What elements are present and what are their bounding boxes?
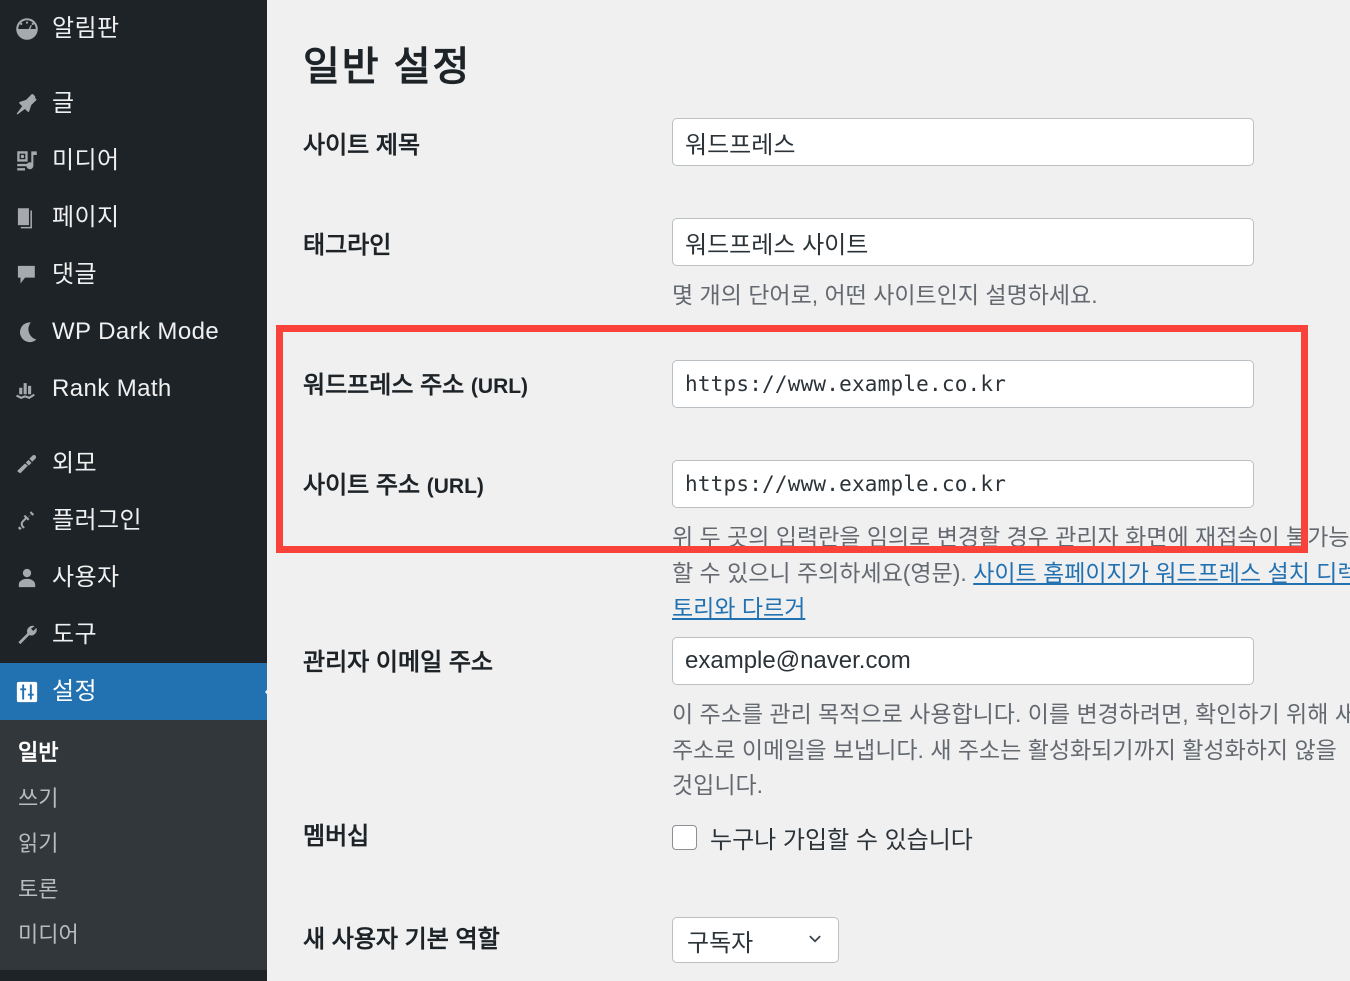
label-site-address: 사이트 주소 (URL) bbox=[303, 474, 484, 498]
main-content: 일반 설정 사이트 제목 태그라인 몇 개의 단어로, 어떤 사이트인지 설명하… bbox=[267, 0, 1350, 981]
label-admin-email: 관리자 이메일 주소 bbox=[303, 649, 493, 676]
label-wordpress-address-main: 워드프레스 주소 bbox=[303, 372, 465, 399]
submenu-item-discussion[interactable]: 토론 bbox=[0, 867, 267, 913]
admin-email-description: 이 주소를 관리 목적으로 사용합니다. 이를 변경하려면, 확인하기 위해 새… bbox=[672, 701, 1350, 799]
pages-icon bbox=[14, 205, 52, 231]
sidebar-item-label: 글 bbox=[52, 89, 75, 117]
moon-icon bbox=[14, 319, 52, 345]
tagline-input[interactable] bbox=[672, 218, 1254, 266]
admin-sidebar: 알림판 글 미디어 페이지 댓글 WP Dark Mode Rank Math … bbox=[0, 0, 267, 981]
label-wordpress-address-suffix: (URL) bbox=[470, 375, 529, 398]
label-site-address-suffix: (URL) bbox=[426, 475, 484, 498]
settings-sliders-icon bbox=[14, 679, 52, 705]
chart-bars-icon bbox=[14, 376, 52, 402]
membership-checkbox[interactable] bbox=[672, 825, 697, 850]
membership-checkbox-row[interactable]: 누구나 가입할 수 있습니다 bbox=[672, 820, 973, 855]
membership-checkbox-label: 누구나 가입할 수 있습니다 bbox=[710, 827, 973, 854]
site-title-input[interactable] bbox=[672, 118, 1254, 166]
sidebar-item-pages[interactable]: 페이지 bbox=[0, 189, 267, 246]
sidebar-item-label: 플러그인 bbox=[52, 506, 142, 534]
settings-submenu: 일반 쓰기 읽기 토론 미디어 bbox=[0, 720, 267, 970]
sidebar-item-dashboard[interactable]: 알림판 bbox=[0, 0, 267, 57]
paintbrush-icon bbox=[14, 451, 52, 477]
sidebar-item-label: 페이지 bbox=[52, 203, 120, 231]
default-role-value: 구독자 bbox=[687, 929, 754, 957]
sidebar-item-users[interactable]: 사용자 bbox=[0, 549, 267, 606]
screen: 알림판 글 미디어 페이지 댓글 WP Dark Mode Rank Math … bbox=[0, 0, 1350, 981]
sidebar-item-label: 알림판 bbox=[52, 14, 120, 42]
wordpress-address-input[interactable] bbox=[672, 360, 1254, 408]
sidebar-item-label: 도구 bbox=[52, 620, 97, 648]
sidebar-item-label: 미디어 bbox=[52, 146, 120, 174]
submenu-item-writing[interactable]: 쓰기 bbox=[0, 776, 267, 822]
label-membership: 멤버십 bbox=[303, 823, 370, 850]
sidebar-item-comments[interactable]: 댓글 bbox=[0, 246, 267, 303]
sidebar-item-label: WP Dark Mode bbox=[52, 317, 220, 345]
user-icon bbox=[14, 565, 52, 591]
wrench-icon bbox=[14, 622, 52, 648]
chevron-down-icon bbox=[806, 931, 824, 949]
sidebar-item-tools[interactable]: 도구 bbox=[0, 606, 267, 663]
sidebar-item-appearance[interactable]: 외모 bbox=[0, 435, 267, 492]
sidebar-separator-1 bbox=[0, 57, 267, 75]
sidebar-item-label: 설정 bbox=[52, 677, 97, 705]
admin-email-input[interactable] bbox=[672, 637, 1254, 685]
sidebar-item-label: 댓글 bbox=[52, 260, 97, 288]
sidebar-item-label: Rank Math bbox=[52, 374, 172, 402]
comment-icon bbox=[14, 262, 52, 288]
pin-icon bbox=[14, 91, 52, 117]
site-address-description: 위 두 곳의 입력란을 임의로 변경할 경우 관리자 화면에 재접속이 불가능할… bbox=[672, 520, 1350, 627]
submenu-item-general[interactable]: 일반 bbox=[0, 730, 267, 776]
sidebar-item-settings[interactable]: 설정 bbox=[0, 663, 267, 720]
sidebar-item-posts[interactable]: 글 bbox=[0, 75, 267, 132]
tagline-description: 몇 개의 단어로, 어떤 사이트인지 설명하세요. bbox=[672, 282, 1098, 308]
sidebar-item-label: 외모 bbox=[52, 449, 97, 477]
label-wordpress-address: 워드프레스 주소 (URL) bbox=[303, 374, 528, 398]
page-title: 일반 설정 bbox=[303, 44, 472, 89]
site-address-input[interactable] bbox=[672, 460, 1254, 508]
plug-icon bbox=[14, 508, 52, 534]
sidebar-item-rank-math[interactable]: Rank Math bbox=[0, 360, 267, 417]
label-default-role: 새 사용자 기본 역할 bbox=[303, 926, 500, 953]
sidebar-item-label: 사용자 bbox=[52, 563, 120, 591]
sidebar-item-plugins[interactable]: 플러그인 bbox=[0, 492, 267, 549]
label-site-address-main: 사이트 주소 bbox=[303, 472, 421, 499]
media-icon bbox=[14, 148, 52, 174]
default-role-select-box[interactable]: 구독자 bbox=[672, 917, 839, 963]
dashboard-icon bbox=[14, 16, 52, 42]
submenu-item-reading[interactable]: 읽기 bbox=[0, 821, 267, 867]
default-role-select[interactable]: 구독자 bbox=[672, 917, 839, 963]
label-site-title: 사이트 제목 bbox=[303, 132, 421, 159]
sidebar-separator-2 bbox=[0, 417, 267, 435]
sidebar-item-media[interactable]: 미디어 bbox=[0, 132, 267, 189]
label-tagline: 태그라인 bbox=[303, 232, 392, 259]
sidebar-item-wp-dark-mode[interactable]: WP Dark Mode bbox=[0, 303, 267, 360]
submenu-item-media[interactable]: 미디어 bbox=[0, 912, 267, 958]
